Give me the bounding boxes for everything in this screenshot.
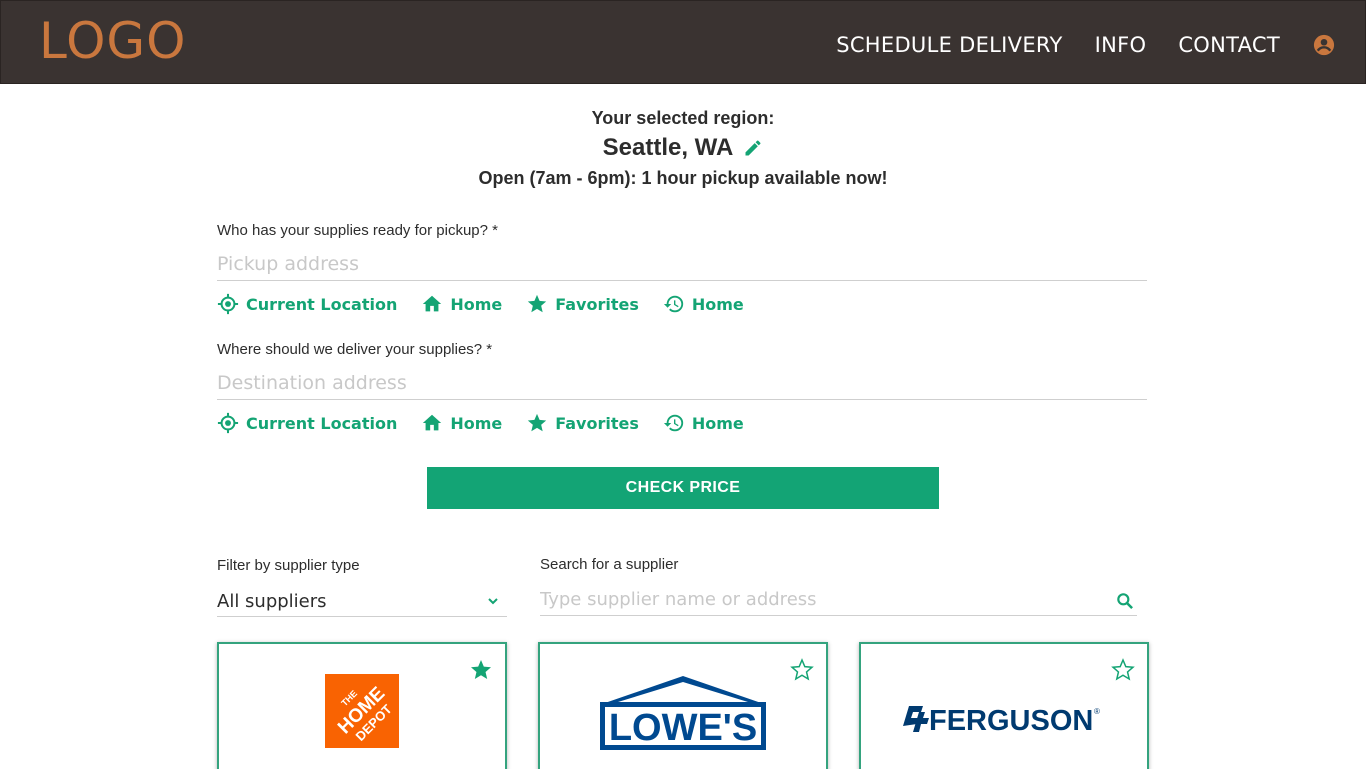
chevron-down-icon: [488, 598, 498, 605]
logo-text: FERGUSON: [929, 705, 1093, 736]
chip-label: Home: [450, 413, 503, 433]
history-icon: [663, 295, 684, 313]
history-icon: [663, 414, 684, 432]
region-city: Seattle, WA: [603, 132, 764, 164]
pickup-quick-options: Current Location Home Favorites Home: [217, 293, 768, 315]
delivery-current-location[interactable]: Current Location: [217, 412, 397, 434]
nav-schedule-delivery[interactable]: SCHEDULE DELIVERY: [836, 31, 1062, 59]
destination-address-input[interactable]: [217, 366, 1147, 400]
star-outline-icon[interactable]: [1111, 658, 1135, 682]
home-icon: [423, 295, 442, 312]
chip-label: Favorites: [555, 413, 639, 433]
logo-text: ®: [1094, 707, 1100, 716]
delivery-quick-options: Current Location Home Favorites Home: [217, 412, 768, 434]
search-icon[interactable]: [1115, 591, 1135, 611]
pickup-favorites[interactable]: Favorites: [526, 293, 639, 315]
home-icon: [423, 414, 442, 431]
supplier-card-home-depot[interactable]: THE HOME DEPOT: [217, 642, 507, 769]
nav-contact[interactable]: CONTACT: [1178, 31, 1280, 59]
chip-label: Current Location: [246, 294, 398, 314]
pickup-home[interactable]: Home: [421, 293, 502, 315]
region-panel: Your selected region: Seattle, WA Open (…: [0, 106, 1366, 190]
logo-text: LOWE'S: [609, 707, 757, 749]
region-hours: Open (7am - 6pm): 1 hour pickup availabl…: [478, 168, 888, 188]
main-nav: SCHEDULE DELIVERY INFO CONTACT: [804, 31, 1335, 59]
region-label: Your selected region:: [591, 108, 775, 128]
delivery-recent-home[interactable]: Home: [663, 412, 744, 434]
chip-label: Home: [691, 413, 744, 433]
pickup-recent-home[interactable]: Home: [663, 293, 744, 315]
supplier-type-value: All suppliers: [217, 590, 327, 612]
account-circle-icon[interactable]: [1313, 34, 1335, 56]
nav-info[interactable]: INFO: [1095, 31, 1147, 59]
star-icon: [528, 413, 547, 432]
pickup-current-location[interactable]: Current Location: [217, 293, 397, 315]
chip-label: Home: [450, 294, 503, 314]
filter-label: Filter by supplier type: [217, 557, 360, 574]
edit-pencil-icon[interactable]: [743, 138, 763, 158]
top-nav-bar: LOGO SCHEDULE DELIVERY INFO CONTACT: [0, 0, 1366, 84]
site-logo[interactable]: LOGO: [39, 15, 187, 67]
chip-label: Current Location: [246, 413, 398, 433]
lowes-logo: LOWE'S: [540, 674, 826, 752]
chip-label: Home: [691, 294, 744, 314]
delivery-home[interactable]: Home: [421, 412, 502, 434]
chip-label: Favorites: [555, 294, 639, 314]
ferguson-logo: FERGUSON ®: [861, 702, 1147, 736]
supplier-search-input[interactable]: [540, 584, 1100, 614]
home-depot-logo: THE HOME DEPOT: [219, 674, 505, 748]
check-price-button[interactable]: CHECK PRICE: [427, 467, 939, 509]
supplier-search: [540, 584, 1137, 616]
my-location-icon: [217, 412, 239, 434]
pickup-label: Who has your supplies ready for pickup? …: [217, 222, 498, 239]
my-location-icon: [217, 293, 239, 315]
supplier-card-ferguson[interactable]: FERGUSON ®: [859, 642, 1149, 769]
pickup-address-input[interactable]: [217, 247, 1147, 281]
supplier-type-select[interactable]: All suppliers: [217, 586, 507, 617]
supplier-card-lowes[interactable]: LOWE'S: [538, 642, 828, 769]
region-city-text: Seattle, WA: [602, 134, 734, 161]
search-label: Search for a supplier: [540, 556, 679, 573]
delivery-favorites[interactable]: Favorites: [526, 412, 639, 434]
delivery-label: Where should we deliver your supplies? *: [217, 341, 493, 358]
star-icon: [528, 294, 547, 313]
